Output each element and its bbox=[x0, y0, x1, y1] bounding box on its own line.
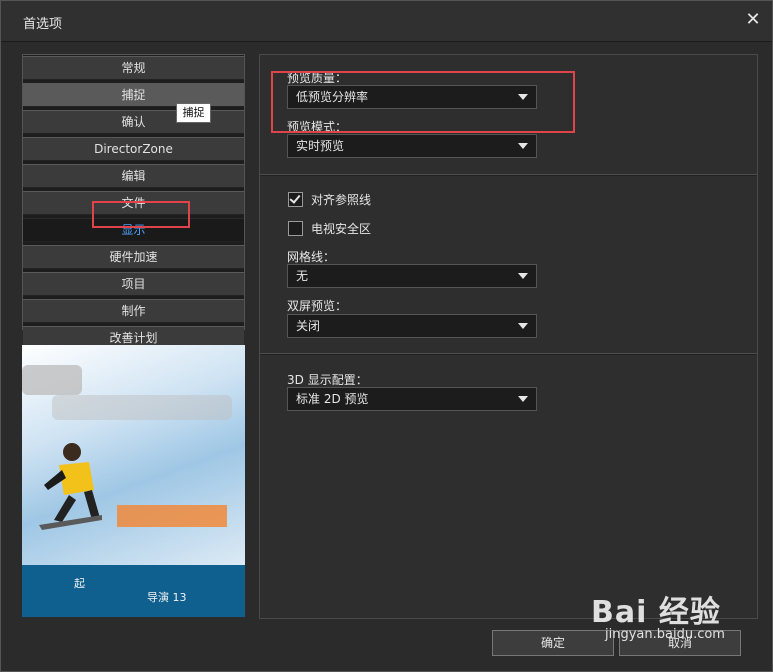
dual-preview-select[interactable]: 关闭 bbox=[287, 314, 537, 338]
preview-quality-label: 预览质量： bbox=[287, 71, 348, 85]
dropdown-arrow-icon bbox=[518, 396, 528, 402]
dropdown-arrow-icon bbox=[518, 323, 528, 329]
blurred-region bbox=[22, 365, 82, 395]
display-3d-select[interactable]: 标准 2D 预览 bbox=[287, 387, 537, 411]
blurred-region bbox=[52, 395, 232, 420]
reference-lines-label: 对齐参照线 bbox=[311, 193, 372, 207]
preview-mode-select[interactable]: 实时预览 bbox=[287, 134, 537, 158]
preview-caption-top: 起 bbox=[74, 577, 85, 590]
section-divider bbox=[260, 353, 757, 355]
dropdown-arrow-icon bbox=[518, 143, 528, 149]
sidebar-item-general[interactable]: 常规 bbox=[23, 56, 244, 80]
dropdown-arrow-icon bbox=[518, 273, 528, 279]
watermark-url: jingyan.baidu.com bbox=[605, 627, 725, 642]
sidebar-item-directorzone[interactable]: DirectorZone bbox=[23, 137, 244, 161]
preview-quality-value: 低预览分辨率 bbox=[296, 90, 369, 104]
baidu-jingyan-watermark: Bai 经验 jingyan.baidu.com bbox=[591, 587, 725, 642]
display-3d-label: 3D 显示配置： bbox=[287, 373, 368, 387]
title-bar: 首选项 ✕ bbox=[1, 1, 772, 42]
sidebar-item-file[interactable]: 文件 bbox=[23, 191, 244, 215]
watermark-brand: Bai 经验 bbox=[591, 595, 721, 630]
display-3d-value: 标准 2D 预览 bbox=[296, 392, 369, 406]
product-preview-image: 起 导演 13 bbox=[22, 345, 245, 617]
preview-mode-value: 实时预览 bbox=[296, 139, 345, 153]
close-icon[interactable]: ✕ bbox=[742, 9, 764, 31]
category-list: 常规 捕捉 确认 DirectorZone 编辑 文件 显示 硬件加速 项目 制… bbox=[22, 54, 245, 350]
preview-caption-bottom: 导演 13 bbox=[147, 591, 187, 604]
display-settings-panel: 预览质量： 低预览分辨率 预览模式： 实时预览 对齐参照线 电视安全区 网格线：… bbox=[259, 54, 758, 619]
tooltip: 捕捉 bbox=[176, 103, 211, 123]
preview-bottom-band bbox=[22, 565, 245, 617]
sidebar-item-display[interactable]: 显示 bbox=[23, 218, 244, 242]
preview-mode-label: 预览模式： bbox=[287, 120, 348, 134]
tv-safe-zone-checkbox[interactable]: 电视安全区 bbox=[288, 220, 371, 237]
gridlines-value: 无 bbox=[296, 269, 309, 283]
checkbox-icon bbox=[288, 221, 303, 236]
preview-quality-select[interactable]: 低预览分辨率 bbox=[287, 85, 537, 109]
reference-lines-checkbox[interactable]: 对齐参照线 bbox=[288, 191, 371, 208]
dropdown-arrow-icon bbox=[518, 94, 528, 100]
sidebar-item-edit[interactable]: 编辑 bbox=[23, 164, 244, 188]
sidebar-item-hardware-acceleration[interactable]: 硬件加速 bbox=[23, 245, 244, 269]
gridlines-label: 网格线： bbox=[287, 250, 336, 264]
snowboarder-figure bbox=[39, 443, 102, 530]
preferences-dialog: 首选项 ✕ 常规 捕捉 确认 DirectorZone 编辑 文件 显示 硬件加… bbox=[0, 0, 773, 672]
sidebar-item-project[interactable]: 项目 bbox=[23, 272, 244, 296]
dual-preview-value: 关闭 bbox=[296, 319, 321, 333]
blurred-banner bbox=[117, 505, 227, 527]
section-divider bbox=[260, 174, 757, 176]
dual-preview-label: 双屏预览： bbox=[287, 299, 348, 313]
gridlines-select[interactable]: 无 bbox=[287, 264, 537, 288]
checkbox-icon bbox=[288, 192, 303, 207]
tv-safe-zone-label: 电视安全区 bbox=[311, 222, 372, 236]
window-title: 首选项 bbox=[23, 17, 63, 32]
sidebar-item-produce[interactable]: 制作 bbox=[23, 299, 244, 323]
